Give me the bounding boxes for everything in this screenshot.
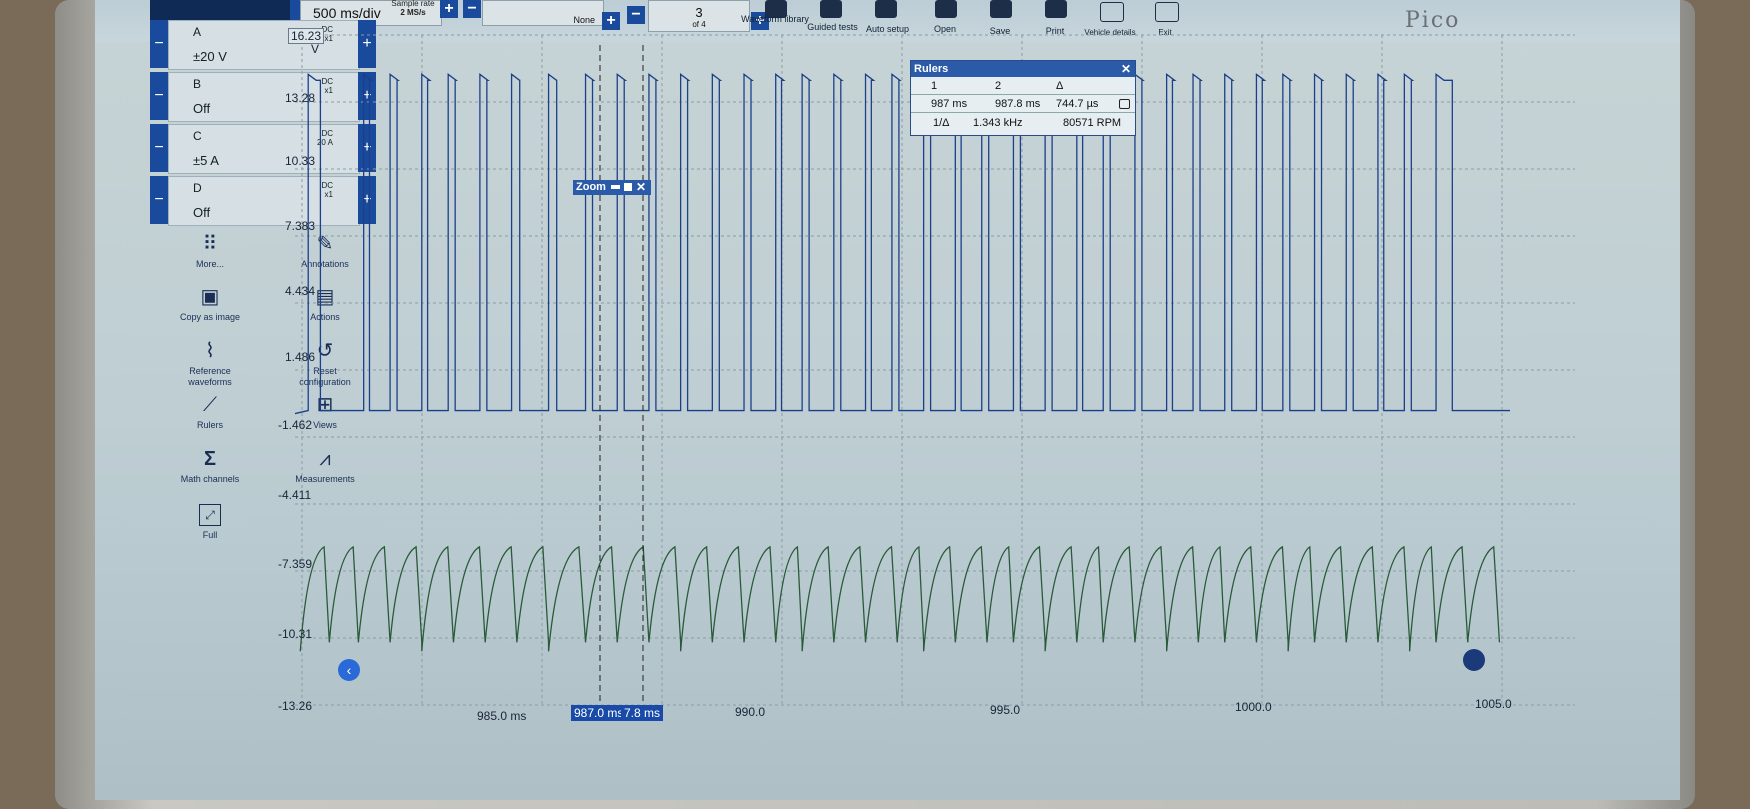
y-tick: -10.31 [278,627,313,641]
x-tick: 1000.0 [1235,700,1272,714]
x-tick: 995.0 [990,703,1021,717]
y-tick: -1.462 [278,418,313,432]
ruler-1-label[interactable]: 987.0 ms [571,705,627,721]
minimize-icon[interactable] [611,185,620,189]
rulers-col-delta: Δ [1056,80,1064,92]
y-tick: 4.434 [285,284,316,298]
rulers-header: Rulers ✕ [911,61,1135,77]
y-tick: -4.411 [278,488,312,502]
y-tick: 1.486 [285,350,316,364]
screen: 500 ms/div Sample rate 2 MS/s + − None +… [95,0,1680,800]
y-tick: -7.359 [278,557,313,571]
rulers-window[interactable]: Rulers ✕ 1 2 Δ 987 ms 987.8 ms 744.7 µs … [910,60,1136,136]
scroll-right-button[interactable] [1463,649,1485,671]
close-icon[interactable]: ✕ [1121,62,1131,76]
x-tick: 1005.0 [1475,697,1512,711]
scope-graph[interactable] [95,0,1680,800]
inverse-delta-label: 1/Δ [933,117,950,129]
divider [911,94,1135,95]
frequency-value: 1.343 kHz [973,117,1023,129]
zoom-title: Zoom [576,181,606,193]
y-tick: 7.383 [285,219,316,233]
ruler-1-value: 987 ms [931,98,968,110]
y-tick: 10.33 [285,154,316,168]
ruler-delta-value: 744.7 µs [1056,98,1099,110]
close-icon[interactable]: ✕ [636,180,646,194]
y-axis-unit: V [311,42,320,56]
channel-c-trace [299,545,1501,652]
divider [911,112,1135,113]
rulers-col-2: 2 [995,80,1002,92]
rulers-title: Rulers [914,63,949,75]
scroll-left-button[interactable]: ‹ [338,659,360,681]
x-tick: 990.0 [735,705,766,719]
rpm-value: 80571 RPM [1063,117,1122,129]
rulers-col-1: 1 [931,80,938,92]
x-tick: 985.0 ms [477,709,527,723]
ruler-2-label[interactable]: 7.8 ms [621,705,664,721]
y-tick: 13.28 [285,91,316,105]
maximize-icon[interactable] [624,183,632,191]
ruler-2-value: 987.8 ms [995,98,1041,110]
zoom-window[interactable]: Zoom ✕ [573,180,651,195]
y-tick: -13.26 [278,699,313,713]
lock-icon[interactable] [1119,99,1130,109]
